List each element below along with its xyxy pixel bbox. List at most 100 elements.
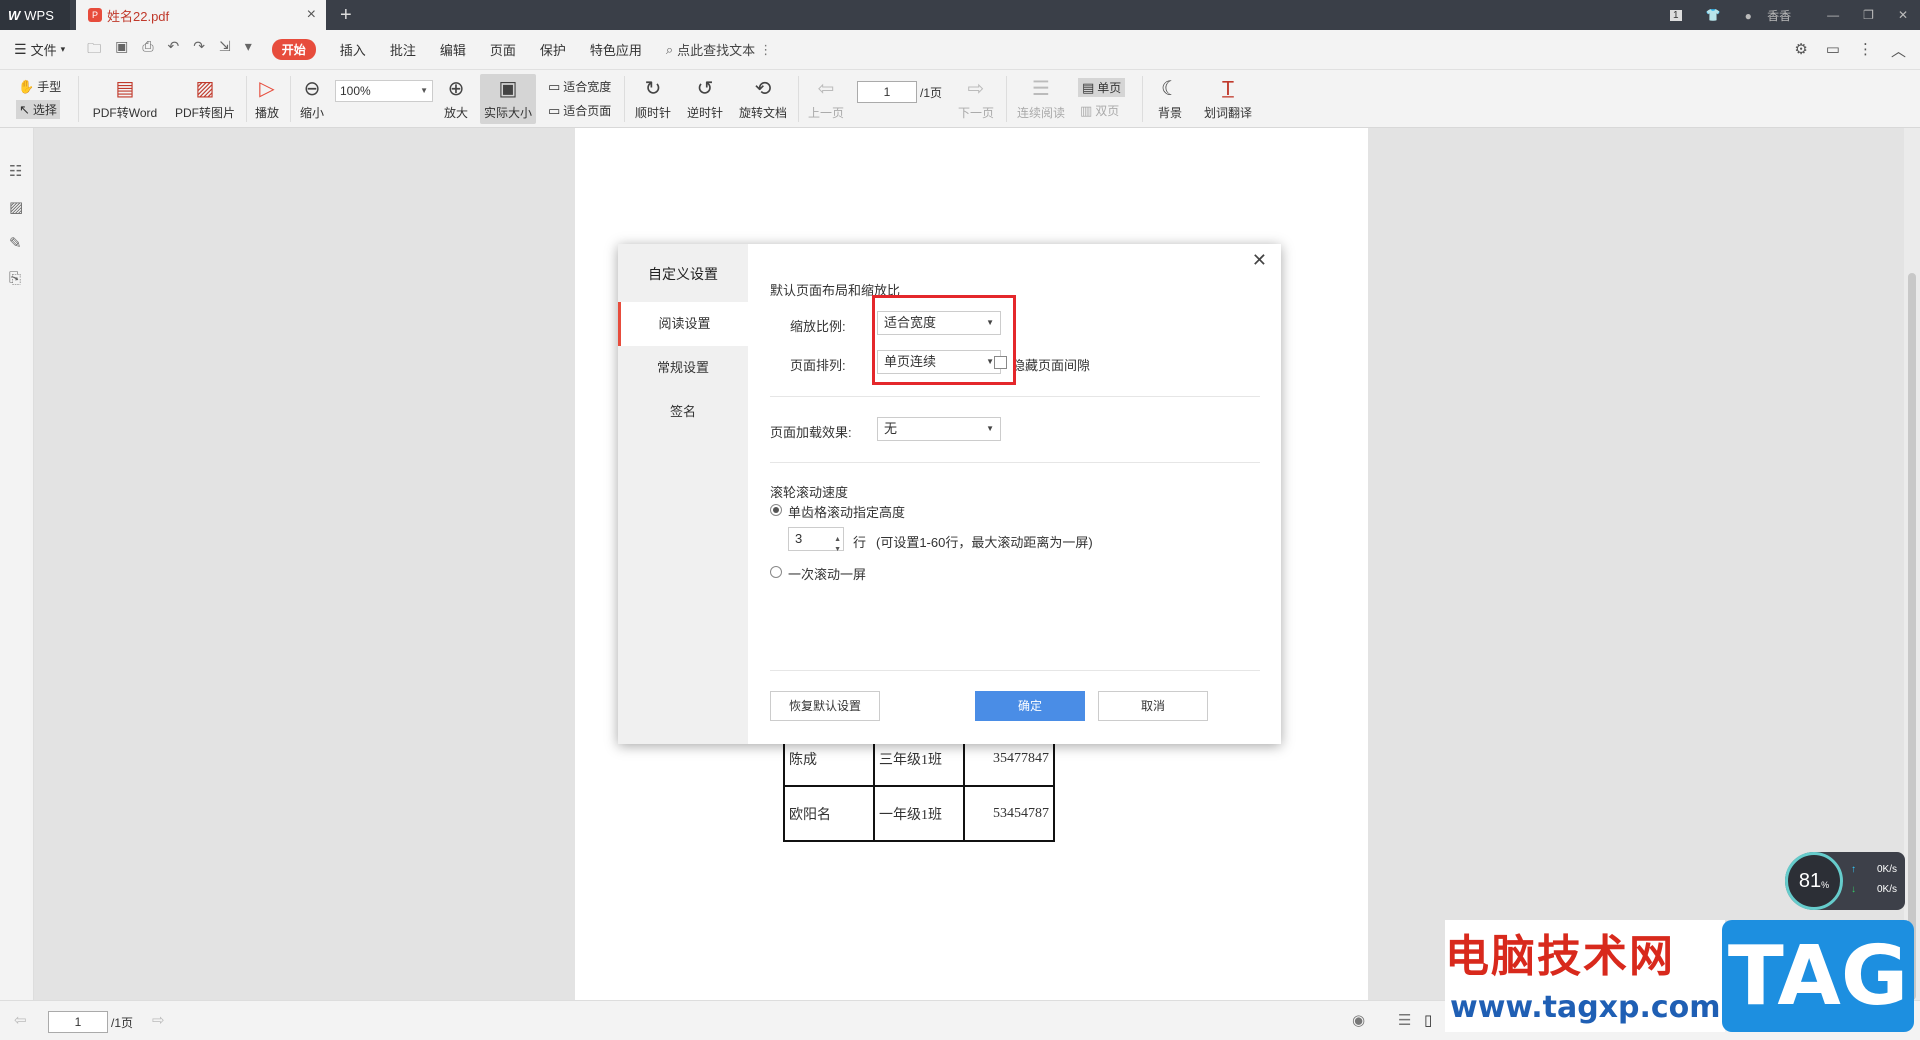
page-number-input[interactable]: 1	[857, 81, 917, 103]
annotation-icon[interactable]: ✎	[9, 234, 22, 252]
menu-features[interactable]: 特色应用	[590, 40, 642, 59]
zoom-in-button[interactable]: ⊕ 放大	[440, 76, 472, 121]
zoom-in-icon: ⊕	[447, 78, 465, 100]
rotate-clockwise-button[interactable]: ↻ 顺时针	[632, 76, 674, 121]
more-options-icon[interactable]: ⋮	[1858, 40, 1873, 61]
wps-logo-icon: W	[8, 7, 21, 23]
memory-unit: %	[1821, 880, 1830, 890]
page-arrange-label: 页面排列:	[790, 358, 846, 373]
quick-access: 🗀 ▣ ⎙ ↶ ↷ ⇲ ▾	[87, 38, 252, 62]
restore-defaults-button[interactable]: 恢复默认设置	[770, 691, 880, 721]
fit-page-button[interactable]: ▭ 适合页面	[548, 102, 611, 119]
minimize-icon[interactable]: —	[1827, 8, 1839, 22]
title-bar: W WPS P 姓名22.pdf × + 1 👕 ● 香香 — ❐ ✕	[0, 0, 1920, 30]
arrow-left-icon[interactable]: ⇦	[14, 1011, 27, 1029]
rotate-counter-button[interactable]: ↺ 逆时针	[684, 76, 726, 121]
double-page-button[interactable]: ▥ 双页	[1080, 102, 1119, 119]
eye-icon[interactable]: ◉	[1352, 1011, 1365, 1029]
select-tool[interactable]: ↖ 选择	[16, 100, 60, 119]
vertical-scrollbar[interactable]	[1904, 128, 1920, 1000]
nav-signature[interactable]: 签名	[618, 390, 748, 434]
nav-general-settings[interactable]: 常规设置	[618, 346, 748, 390]
single-view-icon[interactable]: ▯	[1424, 1011, 1432, 1029]
avatar[interactable]: ● 香香	[1745, 7, 1804, 24]
divider	[770, 396, 1260, 397]
export-icon[interactable]: ⇲	[219, 38, 231, 62]
watermark-tag-logo: TAG	[1722, 920, 1914, 1032]
outline-icon[interactable]: ☷	[9, 162, 22, 180]
pdf-to-image-button[interactable]: ▨ PDF转图片	[172, 76, 238, 121]
play-button[interactable]: ▷ 播放	[252, 76, 282, 121]
pdf-to-word-button[interactable]: ▤ PDF转Word	[90, 76, 160, 121]
hand-tool[interactable]: ✋ 手型	[18, 78, 61, 95]
wps-home-tab[interactable]: W WPS	[0, 0, 70, 30]
stepper-down-icon[interactable]: ▼	[834, 539, 841, 561]
find-text-search[interactable]: ⌕ 点此查找文本 ⋮	[666, 40, 772, 59]
menu-start[interactable]: 开始	[271, 39, 316, 60]
print-icon[interactable]: ⎙	[142, 38, 153, 62]
settings-icon[interactable]: ⚙	[1794, 40, 1807, 61]
attachment-icon[interactable]: ⎘	[9, 270, 21, 287]
background-button[interactable]: ☾ 背景	[1150, 76, 1190, 121]
scrollbar-thumb[interactable]	[1908, 273, 1916, 1000]
menu-page[interactable]: 页面	[490, 40, 516, 59]
thumbnail-icon[interactable]: ▨	[9, 198, 23, 216]
restore-icon[interactable]: ❐	[1863, 8, 1874, 22]
new-tab-icon[interactable]: +	[340, 4, 352, 27]
prev-page-button[interactable]: ⇦ 上一页	[806, 76, 846, 121]
double-page-label: 双页	[1095, 104, 1120, 118]
rotate-document-button[interactable]: ⟲ 旋转文档	[736, 76, 790, 121]
menu-edit[interactable]: 编辑	[440, 40, 466, 59]
document-tab[interactable]: P 姓名22.pdf ×	[76, 0, 326, 30]
arrow-right-icon[interactable]: ⇨	[152, 1011, 165, 1029]
memory-usage-circle: 81%	[1785, 852, 1843, 910]
cancel-button[interactable]: 取消	[1098, 691, 1208, 721]
zoom-out-button[interactable]: ⊖ 缩小	[296, 76, 328, 121]
divider	[78, 76, 79, 122]
redo-icon[interactable]: ↷	[193, 38, 205, 62]
open-folder-icon[interactable]: 🗀	[87, 38, 101, 62]
hide-gap-label: 隐藏页面间隙	[1012, 358, 1091, 373]
scroll-lines-value: 3	[795, 531, 803, 546]
close-window-icon[interactable]: ✕	[1898, 8, 1908, 22]
status-page-input[interactable]: 1	[48, 1011, 108, 1033]
fit-page-icon: ▭	[548, 102, 561, 118]
skin-icon[interactable]: 👕	[1706, 8, 1721, 22]
next-page-button[interactable]: ⇨ 下一页	[956, 76, 996, 121]
menu-annotate[interactable]: 批注	[390, 40, 416, 59]
undo-icon[interactable]: ↶	[168, 38, 180, 62]
fit-width-button[interactable]: ▭ 适合宽度	[548, 78, 611, 95]
scroll-screen-radio[interactable]	[770, 566, 782, 578]
moon-icon: ☾	[1161, 78, 1179, 100]
ok-button[interactable]: 确定	[975, 691, 1085, 721]
page-load-select[interactable]: 无 ▼	[877, 417, 1001, 441]
menu-insert[interactable]: 插入	[340, 40, 366, 59]
comment-icon[interactable]: ▭	[1826, 40, 1840, 61]
page-load-label: 页面加载效果:	[770, 425, 852, 440]
actual-size-label: 实际大小	[483, 106, 532, 120]
window-count-badge[interactable]: 1	[1670, 9, 1682, 21]
divider	[770, 670, 1260, 671]
watermark-url: www.tagxp.com	[1450, 990, 1721, 1025]
collapse-ribbon-icon[interactable]: ︿	[1891, 40, 1906, 61]
file-menu[interactable]: ☰ 文件 ▾	[14, 40, 65, 59]
rotate-counter-icon: ↺	[696, 78, 714, 100]
next-page-label: 下一页	[957, 106, 994, 120]
menu-protect[interactable]: 保护	[540, 40, 566, 59]
network-speed-widget[interactable]: 81% ↑ 0K/s ↓ 0K/s	[1785, 852, 1905, 910]
zoom-select[interactable]: 100% ▼	[335, 80, 433, 102]
zoom-in-label: 放大	[443, 106, 468, 120]
continuous-view-icon[interactable]: ☰	[1398, 1011, 1411, 1029]
continuous-reading-button[interactable]: ☰ 连续阅读	[1014, 76, 1068, 121]
actual-size-button[interactable]: ▣ 实际大小	[480, 74, 536, 124]
fit-width-label: 适合宽度	[563, 80, 612, 94]
page-total: /1页	[920, 86, 943, 100]
single-page-button[interactable]: ▤ 单页	[1078, 78, 1126, 97]
nav-reading-settings[interactable]: 阅读设置	[618, 302, 748, 346]
scroll-lines-stepper[interactable]: 3 ▲ ▼	[788, 527, 844, 553]
save-icon[interactable]: ▣	[115, 38, 128, 62]
close-tab-icon[interactable]: ×	[307, 6, 316, 24]
scroll-step-radio[interactable]	[770, 504, 782, 516]
translate-button[interactable]: T̲ 划词翻译	[1200, 76, 1256, 121]
more-icon[interactable]: ▾	[245, 38, 252, 62]
